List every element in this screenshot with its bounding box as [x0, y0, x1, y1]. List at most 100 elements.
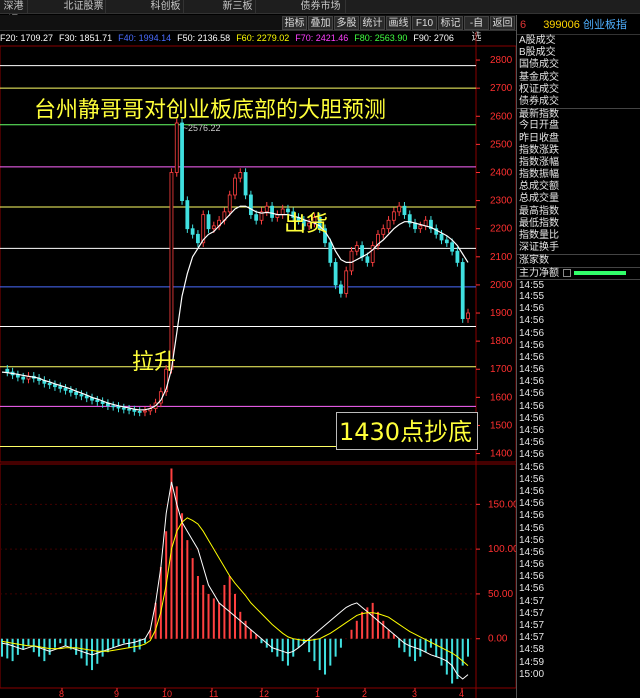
candle-body [386, 219, 391, 230]
index-stat-row: 总成交额 [517, 181, 640, 193]
y-tick-label: 2500 [490, 139, 513, 150]
index-code: 399006 [543, 19, 580, 31]
candle-body [63, 387, 68, 391]
y-tick-label: 2300 [490, 196, 513, 207]
tick-time-row: 14:56 [517, 498, 640, 510]
candle-body [132, 409, 137, 412]
rise-annotation: 拉升 [132, 350, 177, 375]
x-tick-label: 12 [259, 689, 269, 698]
candle-body [79, 394, 84, 397]
tick-time-row-label: 14:56 [519, 498, 545, 510]
y-tick-label: 2100 [490, 252, 513, 263]
tick-time-row-label: 14:56 [519, 364, 545, 376]
tick-time-row-label: 14:55 [519, 290, 545, 302]
candle-body [127, 408, 131, 411]
tick-time-row-label: 14:56 [519, 437, 545, 449]
tick-time-row-label: 14:56 [519, 327, 545, 339]
candle-body [180, 122, 184, 201]
ind-tick-label: 150.00 [488, 499, 516, 510]
tick-time-row: 14:56 [517, 559, 640, 571]
tick-time-row-label: 14:56 [519, 376, 545, 388]
candle-body [196, 233, 200, 244]
x-tick-label: 11 [209, 689, 218, 698]
ind-tick-label: 100.00 [488, 544, 516, 555]
y-tick-label: 1900 [490, 308, 513, 319]
candle-body [185, 200, 190, 230]
candle-body [211, 225, 216, 230]
dea-line [1, 517, 469, 666]
candle-body [47, 382, 52, 386]
quote-panel: 6 399006 创业板指 A股成交 B股成交 国债成交 基金成交 权证成交 债券成交 最新… [516, 15, 640, 698]
tick-time-row-label: 14:55 [519, 279, 545, 291]
ind-tick-label: 50.00 [488, 589, 513, 600]
tick-time-row: 14:57 [517, 608, 640, 620]
index-stat-row-label: 昨日收盘 [519, 132, 559, 144]
y-tick-label: 2700 [490, 83, 513, 94]
tick-time-row-label: 14:56 [519, 522, 545, 534]
x-tick-label: 4 [459, 689, 464, 698]
candle-body [450, 242, 455, 252]
tick-time-row: 14:56 [517, 486, 640, 498]
index-stat-row-label: 指数涨幅 [519, 156, 559, 168]
y-tick-label: 1700 [490, 364, 513, 375]
candle-body [84, 395, 89, 399]
y-tick-label: 2800 [490, 55, 513, 66]
index-stat-row-label: 最高指数 [519, 205, 559, 217]
volume-row-label: B股成交 [519, 47, 556, 59]
candle-body [333, 262, 338, 286]
candle-body [15, 374, 20, 378]
tick-time-row-label: 14:56 [519, 534, 545, 546]
peak-label: ~2576.22 [183, 123, 221, 133]
y-tick-label: 2200 [490, 224, 513, 235]
sell-annotation: 出货 [284, 212, 329, 237]
tick-time-row: 14:56 [517, 340, 640, 352]
index-stat-row-label: 最新指数 [519, 109, 559, 121]
tick-time-row-label: 14:56 [519, 412, 545, 424]
candle-body [391, 211, 396, 221]
tick-time-row: 14:56 [517, 388, 640, 400]
x-tick-label: 9 [114, 689, 119, 698]
candle-body [254, 214, 259, 221]
candle-body [53, 384, 57, 388]
candle-body [248, 194, 253, 216]
tick-time-row-label: 14:56 [519, 449, 545, 461]
rise-count-row: 涨家数 [517, 254, 640, 266]
x-tick-label: 8 [59, 689, 64, 698]
candle-body [137, 411, 142, 413]
index-stat-row-label: 指数量比 [519, 230, 559, 241]
tick-time-row-label: 14:56 [519, 388, 545, 400]
candle-body [444, 239, 449, 244]
y-tick-label: 1400 [490, 449, 513, 460]
tick-time-row-label: 14:56 [519, 461, 545, 473]
quote-panel-header: 6 399006 创业板指 [517, 15, 640, 35]
index-name: 创业板指 [582, 19, 627, 31]
candle-body [439, 233, 444, 241]
tick-time-row: 14:56 [517, 449, 640, 461]
candle-body [143, 410, 147, 413]
tick-time-row: 14:56 [517, 437, 640, 449]
flow-toggle-icon[interactable] [563, 268, 571, 277]
candle-body [121, 407, 126, 410]
candle-body [328, 242, 333, 263]
index-stat-row: 指数涨跌 [517, 145, 640, 157]
tick-time-row: 14:56 [517, 425, 640, 437]
quote-panel-body: A股成交 B股成交 国债成交 基金成交 权证成交 债券成交 最新指数 今日开盘 昨日收盘 指数涨跌… [517, 35, 640, 681]
volume-row-label: 债券成交 [519, 95, 559, 107]
candle-body [21, 376, 26, 380]
x-tick-label: 1 [315, 689, 320, 698]
x-tick-label: 3 [412, 689, 417, 698]
tick-time-row: 14:55 [517, 278, 640, 291]
tick-time-row: 14:56 [517, 510, 640, 522]
candle-body [74, 391, 79, 395]
main-flow-row-label: 主力净额 [519, 267, 559, 279]
candle-body [111, 405, 116, 408]
tick-time-row: 14:56 [517, 401, 640, 413]
index-stat-row-label: 最低指数 [519, 217, 559, 229]
volume-row: 权证成交 [517, 84, 640, 96]
tick-time-row-label: 14:56 [519, 546, 545, 558]
candle-body [381, 228, 386, 235]
tick-time-row-label: 14:56 [519, 559, 545, 571]
tick-time-row-label: 14:57 [519, 595, 545, 607]
y-tick-label: 2400 [490, 167, 513, 178]
x-tick-label: 2 [362, 689, 367, 698]
